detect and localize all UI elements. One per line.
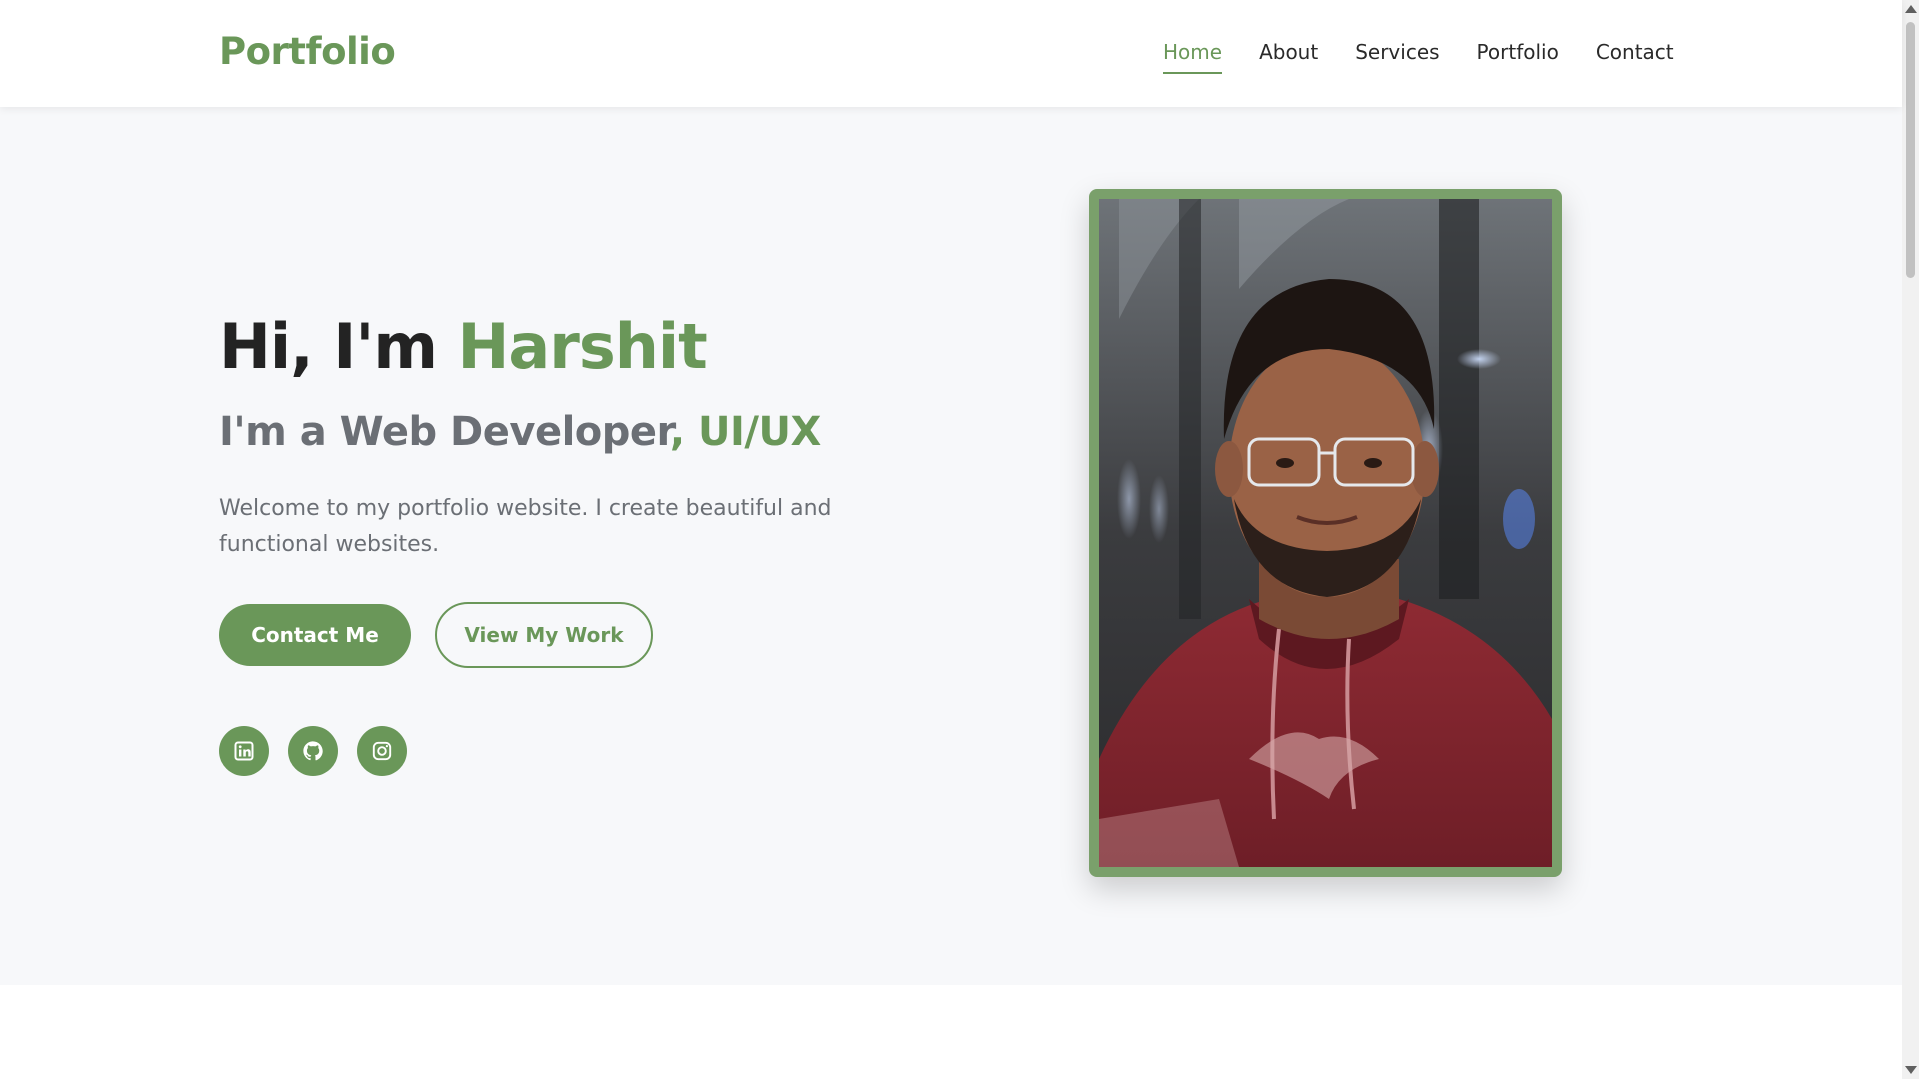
- scroll-down-icon[interactable]: [1905, 1066, 1917, 1074]
- role-prefix: I'm a Web Developer: [219, 409, 670, 455]
- next-section: [0, 985, 1902, 1079]
- view-my-work-button[interactable]: View My Work: [435, 602, 653, 668]
- linkedin-icon: [234, 741, 254, 761]
- hero-role: I'm a Web Developer, UI/UX: [219, 409, 821, 455]
- nav-about[interactable]: About: [1259, 40, 1318, 74]
- hero-intro: Welcome to my portfolio website. I creat…: [219, 496, 832, 557]
- scroll-thumb[interactable]: [1906, 22, 1915, 278]
- nav-portfolio[interactable]: Portfolio: [1477, 40, 1559, 74]
- role-highlight: , UI/UX: [669, 409, 821, 455]
- hero-name: Harshit: [457, 310, 708, 383]
- instagram-icon: [372, 741, 392, 761]
- site-header: Portfolio Home About Services Portfolio …: [0, 0, 1902, 107]
- scroll-up-icon[interactable]: [1905, 5, 1917, 13]
- linkedin-link[interactable]: [219, 726, 269, 776]
- main-nav: Home About Services Portfolio Contact: [1163, 40, 1674, 74]
- contact-me-button[interactable]: Contact Me: [219, 604, 411, 666]
- profile-photo: [1099, 199, 1552, 867]
- nav-contact[interactable]: Contact: [1596, 40, 1674, 74]
- hero-heading: Hi, I'm Harshit: [219, 310, 708, 383]
- hero-section: Hi, I'm Harshit I'm a Web Developer, UI/…: [0, 107, 1902, 985]
- profile-photo-illustration: [1099, 199, 1552, 867]
- site-logo[interactable]: Portfolio: [219, 30, 396, 73]
- social-links: [219, 726, 407, 776]
- instagram-link[interactable]: [357, 726, 407, 776]
- profile-photo-frame: [1089, 189, 1562, 877]
- greeting-prefix: Hi, I'm: [219, 310, 438, 383]
- nav-services[interactable]: Services: [1355, 40, 1439, 74]
- page-scrollbar[interactable]: [1902, 0, 1919, 1079]
- github-icon: [303, 741, 323, 761]
- github-link[interactable]: [288, 726, 338, 776]
- nav-home[interactable]: Home: [1163, 40, 1223, 74]
